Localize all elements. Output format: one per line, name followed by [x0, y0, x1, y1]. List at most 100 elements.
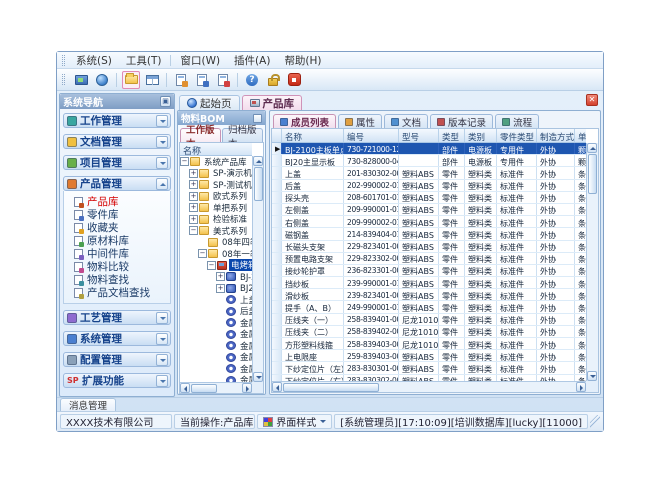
tree-node[interactable]: −金属膜电阻器 [180, 363, 252, 375]
chevron-down-icon[interactable] [156, 375, 168, 387]
table-row[interactable]: 预置电路支架229-823302-00X塑料ABS零件塑料类标准件外协条 [272, 253, 586, 265]
scroll-down-icon[interactable] [587, 371, 597, 381]
menu-item-2[interactable]: 工具(T) [119, 52, 169, 69]
tree-node[interactable]: +SP-演示机系列 [180, 168, 252, 180]
tree-node[interactable]: −金属膜电阻器 [180, 329, 252, 341]
sidebar-panel-header[interactable]: 工艺管理 [63, 310, 171, 325]
sidebar-panel-header[interactable]: 项目管理 [63, 155, 171, 170]
table-row[interactable]: 右侧盖209-990002-01X塑料ABS零件塑料类标准件外协条 [272, 216, 586, 228]
expand-icon[interactable]: + [216, 284, 225, 293]
collapse-icon[interactable]: − [198, 249, 207, 258]
collapse-icon[interactable]: − [180, 157, 189, 166]
table-row[interactable]: 滑纱板239-823401-00X塑料ABS零件塑料类标准件外协条 [272, 289, 586, 301]
expand-icon[interactable]: + [189, 169, 198, 178]
table-row[interactable]: 磁钢盖214-839404-01X塑料ABS零件塑料类标准件外协条 [272, 228, 586, 240]
expand-icon[interactable]: + [189, 203, 198, 212]
table-row[interactable]: 压线夹（二）258-839402-00X尼龙1010零件塑料类标准件外协条 [272, 326, 586, 338]
tree-node[interactable]: −后盖 [180, 306, 252, 318]
chevron-down-icon[interactable] [156, 312, 168, 324]
table-row[interactable]: 方形塑料线箍258-839403-00X尼龙1010零件塑料类标准件外协条 [272, 338, 586, 350]
tree-node[interactable]: −美式系列 [180, 225, 252, 237]
chevron-down-icon[interactable] [156, 136, 168, 148]
toolbar-button[interactable] [93, 71, 111, 89]
column-header-类型[interactable]: 类型 [439, 129, 465, 142]
tab-起始页[interactable]: 起始页 [179, 95, 240, 110]
tab-产品库[interactable]: 产品库 [242, 95, 303, 110]
toolbar-button[interactable]: ? [243, 71, 261, 89]
tab-归档版本[interactable]: 归档版本 [222, 128, 263, 142]
column-header-制造方式[interactable]: 制造方式 [537, 129, 575, 142]
tree-horizontal-scrollbar[interactable] [180, 382, 252, 393]
tree-node[interactable]: −08年一季度 [180, 248, 252, 260]
column-header-单位[interactable]: 单位 [575, 129, 586, 142]
scroll-left-icon[interactable] [272, 382, 282, 392]
scroll-left-icon[interactable] [180, 383, 190, 393]
toolbar-button[interactable] [264, 71, 282, 89]
sidebar-item-原材料库[interactable]: 原材料库 [74, 234, 168, 247]
table-row[interactable]: 后盖202-990002-01X塑料ABS零件塑料类标准件外协条 [272, 180, 586, 192]
tab-成员列表[interactable]: 成员列表 [273, 114, 336, 128]
scroll-right-icon[interactable] [242, 383, 252, 393]
tree-node[interactable]: −系统产品库 [180, 156, 252, 168]
menu-item-5[interactable]: 帮助(H) [277, 52, 328, 69]
sidebar-item-物料查找[interactable]: 物料查找 [74, 273, 168, 286]
sidebar-item-产品库[interactable]: 产品库 [74, 195, 168, 208]
toolbar-button[interactable] [193, 71, 211, 89]
tree-node[interactable]: −08年四季度 [180, 237, 252, 249]
toolbar-button[interactable] [72, 71, 90, 89]
toolbar-button[interactable] [143, 71, 161, 89]
toolbar-button[interactable] [285, 71, 303, 89]
tree-vscroll-thumb[interactable] [254, 167, 263, 201]
sidebar-item-零件库[interactable]: 零件库 [74, 208, 168, 221]
expand-icon[interactable]: + [189, 215, 198, 224]
tab-工作版本[interactable]: 工作版本 [180, 128, 221, 142]
table-row[interactable]: ▶BJ-2100主板单点730-721000-12X部件电源板专用件外协颗 [272, 143, 586, 155]
sidebar-panel-header[interactable]: SP扩展功能 [63, 373, 171, 388]
sidebar-panel-header[interactable]: 工作管理 [63, 113, 171, 128]
tree-node[interactable]: +检验标准 [180, 214, 252, 226]
tree-node[interactable]: +欧式系列 [180, 191, 252, 203]
tree-node[interactable]: +SP-测试机系列 [180, 179, 252, 191]
chevron-down-icon[interactable] [156, 333, 168, 345]
table-row[interactable]: 上电限座259-839403-00X塑料ABS零件塑料类标准件外协条 [272, 350, 586, 362]
table-row[interactable]: 压线夹（一）258-839401-00X尼龙1010零件塑料类标准件外协条 [272, 314, 586, 326]
scroll-up-icon[interactable] [253, 156, 263, 166]
tree-vertical-scrollbar[interactable] [252, 156, 263, 382]
menu-item-1[interactable]: 系统(S) [69, 52, 119, 69]
table-row[interactable]: 左侧盖209-990001-01X塑料ABS零件塑料类标准件外协条 [272, 204, 586, 216]
toolbar-button[interactable] [122, 71, 140, 89]
scroll-right-icon[interactable] [576, 382, 586, 392]
toolbar-button[interactable] [214, 71, 232, 89]
scroll-up-icon[interactable] [587, 143, 597, 153]
column-header-编号[interactable]: 编号 [344, 129, 399, 142]
chevron-down-icon[interactable] [156, 115, 168, 127]
menu-item-3[interactable]: 窗口(W) [173, 52, 227, 69]
table-row[interactable]: 长磁头支架229-823401-00X塑料ABS零件塑料类标准件外协条 [272, 241, 586, 253]
collapse-icon[interactable]: − [207, 261, 216, 270]
column-header-类别[interactable]: 类别 [465, 129, 497, 142]
grid-hscroll-thumb[interactable] [283, 383, 379, 392]
sidebar-item-中间件库[interactable]: 中间件库 [74, 247, 168, 260]
tab-流程[interactable]: 流程 [495, 114, 539, 128]
table-row[interactable]: BJ20主显示板730-828000-04X部件电源板专用件外协颗 [272, 155, 586, 167]
sidebar-panel-header[interactable]: 系统管理 [63, 331, 171, 346]
sidebar-item-收藏夹[interactable]: 收藏夹 [74, 221, 168, 234]
grid-vertical-scrollbar[interactable] [586, 143, 598, 381]
tree-node[interactable]: −金属膜电阻器 [180, 375, 252, 383]
tree-column-header[interactable]: 名称 [180, 143, 252, 156]
expand-icon[interactable]: + [189, 180, 198, 189]
tab-message-management[interactable]: 消息管理 [60, 398, 116, 411]
sidebar-pin-icon[interactable]: ▣ [160, 96, 171, 107]
column-header-型号[interactable]: 型号 [399, 129, 439, 142]
close-tab-icon[interactable]: ✕ [586, 94, 598, 106]
chevron-down-icon[interactable] [156, 157, 168, 169]
sidebar-panel-header[interactable]: 产品管理 [63, 176, 171, 191]
sidebar-item-物料比较[interactable]: 物料比较 [74, 260, 168, 273]
tab-版本记录[interactable]: 版本记录 [430, 114, 493, 128]
sidebar-panel-header[interactable]: 配置管理 [63, 352, 171, 367]
chevron-up-icon[interactable] [156, 178, 168, 190]
sidebar-item-产品文档查找[interactable]: 产品文档查找 [74, 286, 168, 299]
resize-grip[interactable] [590, 415, 600, 429]
collapse-icon[interactable]: − [189, 226, 198, 235]
table-row[interactable]: 上盖201-830302-00X塑料ABS零件塑料类标准件外协条 [272, 167, 586, 179]
